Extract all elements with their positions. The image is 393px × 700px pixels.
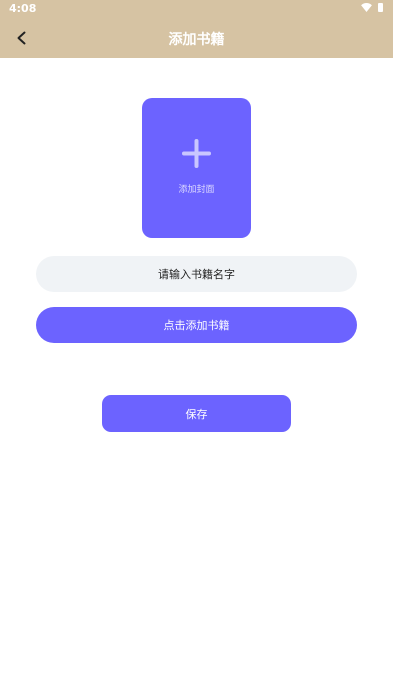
plus-icon xyxy=(182,139,211,168)
save-button[interactable]: 保存 xyxy=(102,395,291,432)
add-cover-label: 添加封面 xyxy=(178,185,215,195)
status-time: 4:08 xyxy=(9,2,37,15)
status-bar: 4:08 xyxy=(0,0,393,18)
book-name-input[interactable] xyxy=(36,256,357,292)
page-title: 添加书籍 xyxy=(168,32,225,48)
add-book-screen: 4:08 添加书籍 添加封面 点击添加书籍 保存 xyxy=(0,0,393,700)
app-bar: 添加书籍 xyxy=(0,18,393,58)
add-cover-button[interactable]: 添加封面 xyxy=(142,98,251,238)
battery-icon xyxy=(378,3,383,12)
add-book-button[interactable]: 点击添加书籍 xyxy=(36,307,357,343)
status-icons xyxy=(361,3,383,12)
wifi-icon xyxy=(361,3,372,12)
